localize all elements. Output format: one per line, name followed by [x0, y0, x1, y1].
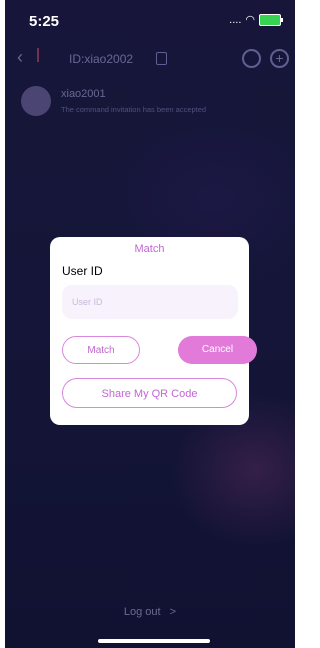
chevron-right-icon: >: [169, 606, 177, 618]
top-bar: ‹ ID:xiao2002 +: [5, 46, 295, 72]
scan-icon[interactable]: [242, 49, 261, 68]
copy-icon[interactable]: [156, 52, 167, 65]
avatar: [21, 86, 51, 116]
logout-button[interactable]: Log out >: [5, 606, 295, 618]
match-button[interactable]: Match: [62, 336, 140, 364]
dialog-title: Match: [134, 243, 165, 255]
share-qr-button[interactable]: Share My QR Code: [62, 378, 237, 408]
match-dialog: Match User ID Match Cancel Share My QR C…: [50, 237, 257, 425]
app-screen: 5:25 .... ◠ ‹ ID:xiao2002 + xiao2001 The…: [5, 0, 295, 648]
wifi-icon: ◠: [245, 14, 255, 26]
user-id-label: User ID: [62, 264, 103, 278]
user-id-input[interactable]: [62, 285, 238, 319]
list-item[interactable]: xiao2001 The command invitation has been…: [19, 82, 289, 122]
contact-name: xiao2001: [61, 88, 106, 100]
back-icon[interactable]: ‹: [17, 47, 23, 68]
signal-icon: ....: [229, 13, 242, 26]
home-indicator: [98, 639, 210, 643]
add-icon[interactable]: +: [270, 49, 289, 68]
flag-icon[interactable]: [37, 48, 49, 62]
cancel-button[interactable]: Cancel: [178, 336, 257, 364]
battery-charging-icon: [259, 13, 283, 26]
contact-message: The command invitation has been accepted: [61, 105, 207, 114]
status-bar: 5:25 .... ◠: [5, 0, 295, 40]
page-title: ID:xiao2002: [69, 52, 134, 66]
status-icons: .... ◠: [229, 13, 283, 26]
logout-label: Log out: [123, 606, 161, 618]
status-time: 5:25: [29, 13, 60, 30]
